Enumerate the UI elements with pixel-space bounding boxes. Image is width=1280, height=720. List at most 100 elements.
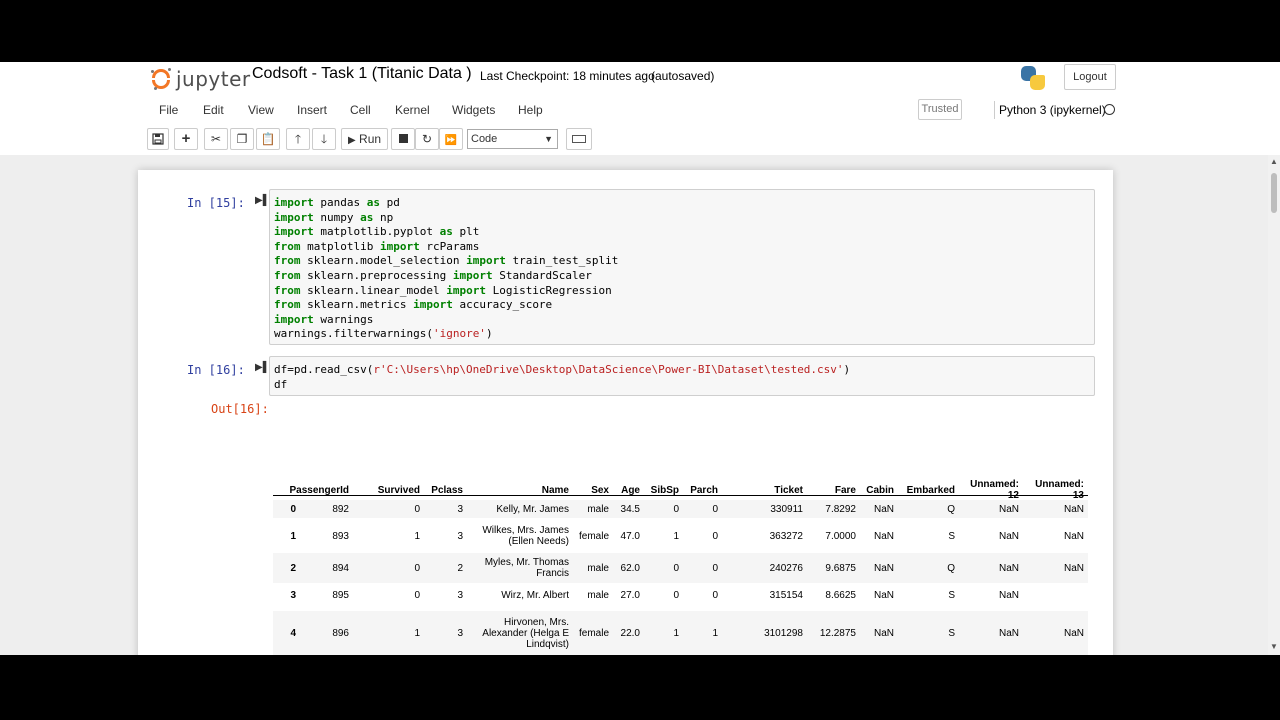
code-text: warnings.filterwarnings( (274, 327, 433, 341)
paste-icon: 📋 (260, 132, 276, 146)
menu-cell[interactable]: Cell (350, 103, 371, 117)
table-cell: NaN (998, 530, 1019, 542)
table-cell: 3 (457, 627, 463, 639)
table-cell: 2 (457, 562, 463, 574)
kernel-name[interactable]: Python 3 (ipykernel) (999, 103, 1106, 117)
code-line: import warnings (274, 313, 373, 326)
menu-file[interactable]: File (159, 103, 178, 117)
code-keyword: from (274, 239, 301, 253)
logo-text: jupyter (176, 67, 251, 91)
insert-cell-button[interactable]: + (174, 128, 198, 150)
menu-kernel[interactable]: Kernel (395, 103, 430, 117)
table-cell: NaN (998, 503, 1019, 515)
code-keyword: import (446, 283, 486, 297)
code-text: ) (485, 327, 493, 341)
copy-button[interactable]: ❐ (230, 128, 254, 150)
cell-2-editor[interactable]: df=pd.read_csv(r'C:\Users\hp\OneDrive\De… (269, 356, 1095, 396)
cell-2-run-icon[interactable]: ▶▌ (255, 362, 270, 373)
cell-type-select[interactable]: Code ▼ (467, 129, 558, 149)
scroll-up-icon[interactable]: ▲ (1270, 157, 1278, 166)
table-cell: 892 (332, 503, 349, 515)
cut-button[interactable]: ✂ (204, 128, 228, 150)
code-line: from sklearn.linear_model import Logisti… (274, 284, 612, 297)
copy-icon: ❐ (236, 132, 248, 146)
menu-widgets[interactable]: Widgets (452, 103, 495, 117)
menu-view[interactable]: View (248, 103, 274, 117)
code-text: train_test_split (505, 254, 619, 268)
notebook-title[interactable]: Codsoft - Task 1 (Titanic Data ) (252, 65, 472, 83)
logout-button[interactable]: Logout (1064, 64, 1116, 90)
keyboard-icon (572, 135, 586, 143)
table-cell: Hirvonen, Mrs. (503, 616, 569, 628)
interrupt-button[interactable] (391, 128, 415, 150)
code-text: warnings (313, 312, 374, 326)
column-header: Embarked (906, 485, 955, 496)
vertical-scrollbar[interactable]: ▲ ▼ (1268, 155, 1280, 655)
code-keyword: import (452, 269, 493, 282)
table-cell: 3 (457, 589, 463, 601)
restart-run-all-button[interactable]: ⏩ (439, 128, 463, 150)
restart-icon: ↻ (421, 132, 433, 146)
code-keyword: from (274, 254, 301, 268)
table-cell: 315154 (769, 589, 803, 601)
restart-button[interactable]: ↻ (415, 128, 439, 150)
table-cell: 1 (712, 627, 718, 639)
jupyter-logo[interactable]: jupyter (150, 64, 251, 94)
jupyter-window: jupyter Codsoft - Task 1 (Titanic Data )… (0, 62, 1280, 655)
table-cell: NaN (873, 589, 894, 601)
table-cell: NaN (873, 530, 894, 542)
code-text: np (373, 210, 394, 224)
toolbar: + ✂ ❐ 📋 🡑 🡓 ▶ Run ↻ ⏩ Code ▼ (0, 126, 1280, 152)
code-string: r'C:\Users\hp\OneDrive\Desktop\DataScien… (373, 363, 844, 376)
table-cell: 330911 (770, 503, 803, 515)
menu-insert[interactable]: Insert (297, 103, 327, 117)
code-line: import numpy as np (274, 211, 393, 224)
run-button[interactable]: ▶ Run (341, 128, 388, 150)
plus-icon: + (181, 130, 191, 147)
code-text: sklearn.model_selection (300, 254, 467, 268)
checkpoint-status: Last Checkpoint: 18 minutes ago (480, 69, 655, 83)
code-text: df=pd.read_csv( (274, 363, 374, 376)
table-cell: 3 (457, 530, 463, 542)
scroll-thumb[interactable] (1271, 173, 1277, 213)
trusted-badge[interactable]: Trusted (918, 99, 962, 120)
code-text: pandas (313, 196, 367, 209)
header-bar: jupyter Codsoft - Task 1 (Titanic Data )… (0, 62, 1280, 98)
menubar: File Edit View Insert Cell Kernel Widget… (146, 99, 1118, 121)
scroll-down-icon[interactable]: ▼ (1270, 642, 1278, 651)
code-text: sklearn.metrics (300, 298, 414, 312)
cell-1-editor[interactable]: import pandas as pd import numpy as np imp… (269, 189, 1095, 345)
save-button[interactable] (147, 128, 169, 150)
code-text: rcParams (419, 239, 480, 253)
code-line: from sklearn.preprocessing import Standa… (274, 269, 592, 282)
kernel-idle-indicator-icon (1104, 104, 1115, 115)
table-cell: 895 (332, 589, 349, 601)
autosave-status: (autosaved) (651, 69, 715, 83)
move-up-button[interactable]: 🡑 (286, 128, 310, 150)
table-cell: 894 (332, 562, 349, 574)
play-icon: ▶ (348, 135, 356, 146)
table-cell: 896 (332, 627, 349, 639)
code-keyword: import (274, 210, 314, 224)
cell-1-run-icon[interactable]: ▶▌ (255, 195, 270, 206)
table-cell: NaN (873, 627, 894, 639)
code-keyword: import (274, 312, 314, 326)
table-cell: 240276 (769, 562, 803, 574)
menu-edit[interactable]: Edit (203, 103, 224, 117)
table-cell: NaN (873, 562, 894, 574)
code-string: 'ignore' (432, 327, 486, 341)
code-line: import matplotlib.pyplot as plt (274, 225, 479, 238)
jupyter-logo-icon (150, 68, 172, 90)
move-down-button[interactable]: 🡓 (312, 128, 336, 150)
code-line: df (274, 378, 287, 391)
code-text: sklearn.linear_model (300, 283, 447, 297)
code-line: from sklearn.metrics import accuracy_sco… (274, 298, 552, 311)
table-cell: Q (947, 562, 955, 574)
column-header: Unnamed: 12 (970, 479, 1019, 501)
code-keyword: as (439, 225, 453, 239)
scissors-icon: ✂ (210, 132, 222, 146)
menu-help[interactable]: Help (518, 103, 543, 117)
paste-button[interactable]: 📋 (256, 128, 280, 150)
code-text: plt (452, 225, 480, 239)
command-palette-button[interactable] (566, 128, 592, 150)
